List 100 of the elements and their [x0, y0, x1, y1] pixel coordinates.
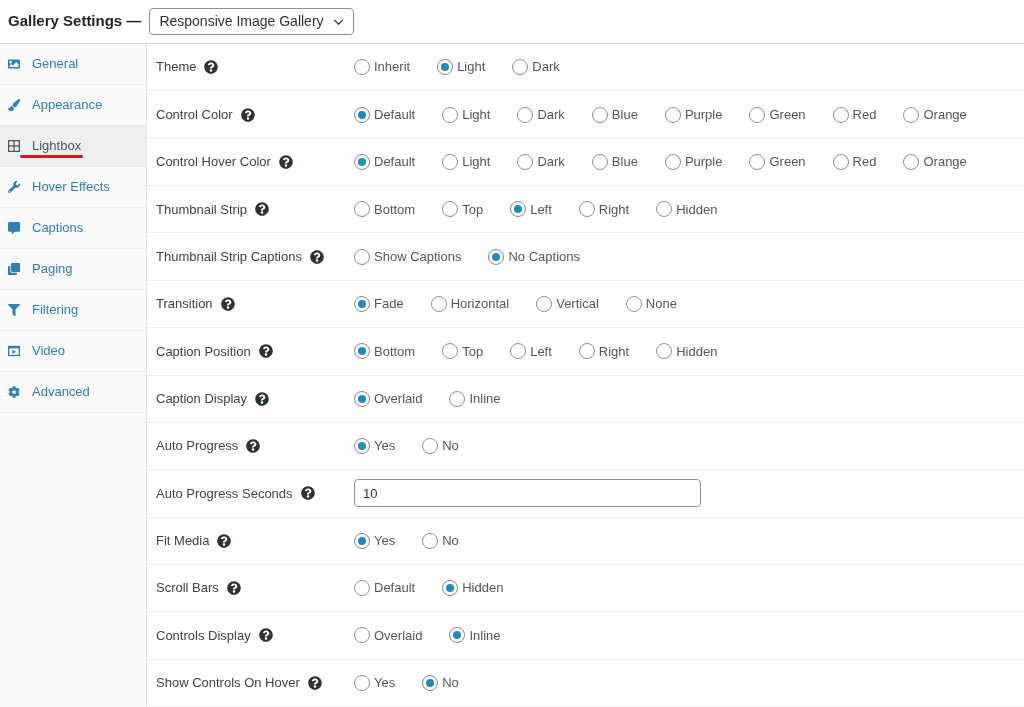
radio-label[interactable]: Yes [374, 673, 396, 693]
radio-label[interactable]: No [442, 673, 459, 693]
radio-button[interactable] [354, 59, 370, 76]
radio-button[interactable] [749, 106, 766, 123]
radio-button[interactable] [354, 248, 370, 265]
radio-button[interactable] [354, 201, 370, 218]
radio-button[interactable] [422, 674, 439, 691]
radio-label[interactable]: Vertical [556, 294, 599, 314]
radio-label[interactable]: Left [530, 341, 552, 362]
radio-label[interactable]: Green [769, 152, 806, 172]
radio-button[interactable] [510, 201, 527, 218]
radio-label[interactable]: Yes [374, 436, 396, 456]
radio-button[interactable] [354, 532, 370, 549]
help-icon[interactable] [255, 202, 270, 217]
radio-label[interactable]: Horizontal [450, 294, 510, 314]
radio-label[interactable]: Light [462, 152, 491, 172]
radio-label[interactable]: Default [374, 578, 416, 598]
help-icon[interactable] [307, 675, 322, 690]
help-icon[interactable] [226, 581, 241, 596]
radio-button[interactable] [422, 438, 439, 455]
radio-label[interactable]: Dark [537, 152, 565, 172]
radio-label[interactable]: Show Captions [374, 246, 462, 267]
radio-button[interactable] [510, 343, 527, 360]
help-icon[interactable] [300, 486, 315, 501]
radio-button[interactable] [442, 343, 459, 360]
help-icon[interactable] [255, 391, 270, 406]
gallery-select[interactable]: Responsive Image Gallery [149, 8, 354, 35]
radio-button[interactable] [664, 153, 681, 170]
help-icon[interactable] [240, 107, 255, 122]
radio-button[interactable] [591, 153, 608, 170]
radio-button[interactable] [354, 295, 370, 312]
radio-button[interactable] [354, 390, 370, 407]
text-input[interactable]: 10 [354, 479, 701, 508]
sidebar-item[interactable]: Lightbox [0, 126, 146, 167]
radio-button[interactable] [442, 106, 459, 123]
radio-button[interactable] [354, 580, 370, 597]
help-icon[interactable] [258, 628, 273, 643]
radio-button[interactable] [354, 438, 370, 455]
radio-label[interactable]: Orange [923, 104, 967, 125]
radio-button[interactable] [430, 295, 447, 312]
radio-label[interactable]: Left [530, 199, 552, 219]
radio-button[interactable] [442, 580, 459, 597]
help-icon[interactable] [204, 60, 219, 75]
help-icon[interactable] [220, 296, 235, 311]
radio-label[interactable]: Bottom [374, 341, 416, 362]
radio-button[interactable] [517, 153, 534, 170]
radio-button[interactable] [903, 106, 920, 123]
radio-button[interactable] [656, 343, 673, 360]
radio-button[interactable] [354, 106, 370, 123]
radio-label[interactable]: Green [769, 104, 806, 125]
radio-button[interactable] [578, 343, 595, 360]
radio-button[interactable] [656, 201, 673, 218]
help-icon[interactable] [309, 249, 324, 264]
radio-label[interactable]: Red [852, 104, 877, 125]
help-icon[interactable] [217, 533, 232, 548]
radio-button[interactable] [354, 343, 370, 360]
radio-label[interactable]: Right [598, 199, 630, 219]
radio-label[interactable]: Hidden [676, 199, 718, 219]
radio-button[interactable] [578, 201, 595, 218]
help-icon[interactable] [258, 344, 273, 359]
radio-button[interactable] [442, 153, 459, 170]
radio-button[interactable] [442, 201, 459, 218]
radio-button[interactable] [625, 295, 642, 312]
radio-label[interactable]: Right [598, 341, 630, 362]
radio-label[interactable]: Dark [537, 104, 565, 125]
radio-label[interactable]: Overlaid [374, 625, 423, 646]
radio-button[interactable] [832, 153, 849, 170]
radio-label[interactable]: Hidden [676, 341, 718, 362]
radio-label[interactable]: Light [462, 104, 491, 125]
radio-button[interactable] [749, 153, 766, 170]
radio-label[interactable]: No [442, 436, 459, 456]
radio-label[interactable]: No [442, 531, 459, 551]
radio-label[interactable]: Top [462, 199, 484, 219]
radio-label[interactable]: Purple [684, 104, 723, 125]
radio-button[interactable] [903, 153, 920, 170]
radio-label[interactable]: Inline [469, 388, 501, 409]
radio-label[interactable]: Yes [374, 531, 396, 551]
radio-button[interactable] [536, 295, 553, 312]
radio-label[interactable]: None [645, 294, 677, 314]
help-icon[interactable] [278, 154, 293, 169]
help-icon[interactable] [246, 439, 261, 454]
radio-button[interactable] [354, 627, 370, 644]
radio-button[interactable] [488, 248, 505, 265]
radio-label[interactable]: Bottom [374, 199, 416, 219]
radio-label[interactable]: Blue [611, 104, 638, 125]
radio-button[interactable] [354, 153, 370, 170]
radio-button[interactable] [512, 59, 529, 76]
radio-label[interactable]: Blue [611, 152, 638, 172]
radio-label[interactable]: Default [374, 152, 416, 172]
radio-label[interactable]: Overlaid [374, 388, 423, 409]
radio-button[interactable] [354, 674, 370, 691]
radio-label[interactable]: Dark [532, 57, 560, 77]
radio-label[interactable]: Inherit [374, 57, 411, 77]
radio-label[interactable]: Top [462, 341, 484, 362]
radio-label[interactable]: No Captions [508, 246, 580, 267]
radio-label[interactable]: Red [852, 152, 877, 172]
radio-button[interactable] [449, 627, 466, 644]
radio-button[interactable] [591, 106, 608, 123]
radio-button[interactable] [422, 532, 439, 549]
radio-label[interactable]: Light [457, 57, 486, 77]
